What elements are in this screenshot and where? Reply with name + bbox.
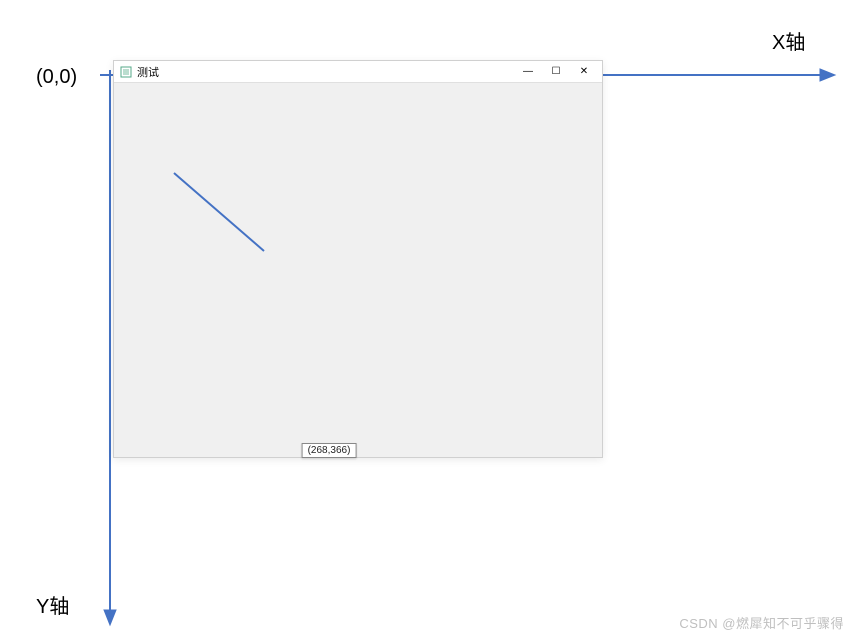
window-title: 测试 xyxy=(137,64,159,80)
app-window: 测试 — ☐ ✕ (268,366) xyxy=(113,60,603,458)
x-axis-label: X轴 xyxy=(772,26,805,55)
coord-tooltip: (268,366) xyxy=(302,443,357,458)
origin-label: (0,0) xyxy=(36,66,77,89)
y-axis-label: Y轴 xyxy=(36,590,69,619)
minimize-button[interactable]: — xyxy=(514,62,542,82)
client-area[interactable]: (268,366) xyxy=(114,83,602,457)
watermark: CSDN @燃犀知不可乎骤得 xyxy=(679,613,844,632)
window-controls: — ☐ ✕ xyxy=(514,62,598,82)
title-bar[interactable]: 测试 — ☐ ✕ xyxy=(114,61,602,83)
close-button[interactable]: ✕ xyxy=(570,62,598,82)
maximize-button[interactable]: ☐ xyxy=(542,62,570,82)
app-icon xyxy=(120,66,132,78)
drawn-line xyxy=(114,83,604,459)
